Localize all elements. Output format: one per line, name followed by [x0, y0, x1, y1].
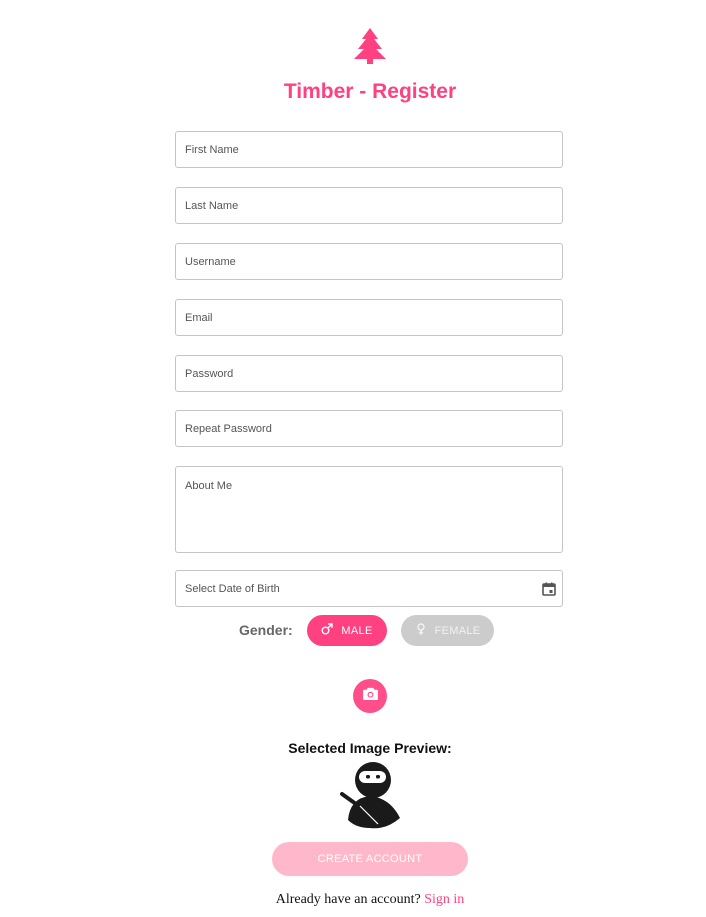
gender-label: Gender: — [239, 622, 293, 638]
page-title: Timber - Register — [283, 80, 457, 103]
first-name-field[interactable]: First Name — [175, 131, 563, 168]
email-placeholder: Email — [185, 312, 213, 324]
sign-in-prompt: Already have an account? Sign in — [0, 892, 706, 908]
repeat-password-placeholder: Repeat Password — [185, 423, 272, 435]
password-field[interactable]: Password — [175, 355, 563, 392]
image-preview-label: Selected Image Preview: — [288, 740, 452, 756]
create-account-button[interactable]: CREATE ACCOUNT — [272, 842, 468, 876]
male-icon — [321, 623, 334, 638]
gender-male-button[interactable]: MALE — [307, 615, 387, 646]
calendar-icon[interactable] — [542, 582, 556, 596]
password-placeholder: Password — [185, 368, 234, 380]
gender-female-label: FEMALE — [434, 624, 481, 637]
about-me-placeholder: About Me — [185, 480, 233, 492]
username-field[interactable]: Username — [175, 243, 563, 280]
username-placeholder: Username — [185, 256, 236, 268]
sign-in-prompt-text: Already have an account? — [275, 892, 421, 907]
repeat-password-field[interactable]: Repeat Password — [175, 410, 563, 447]
tree-logo-icon — [354, 28, 386, 64]
date-of-birth-field[interactable]: Select Date of Birth — [175, 570, 563, 607]
last-name-field[interactable]: Last Name — [175, 187, 563, 224]
sign-in-link[interactable]: Sign in — [424, 892, 464, 907]
female-icon — [415, 623, 427, 638]
date-of-birth-placeholder: Select Date of Birth — [185, 583, 280, 595]
upload-photo-button[interactable] — [353, 679, 387, 713]
gender-female-button[interactable]: FEMALE — [401, 615, 494, 646]
ninja-avatar-image — [338, 758, 402, 830]
about-me-textarea[interactable]: About Me — [175, 466, 563, 553]
first-name-placeholder: First Name — [185, 144, 239, 156]
last-name-placeholder: Last Name — [185, 200, 239, 212]
email-field[interactable]: Email — [175, 299, 563, 336]
gender-male-label: MALE — [341, 624, 373, 637]
camera-icon — [362, 687, 378, 705]
